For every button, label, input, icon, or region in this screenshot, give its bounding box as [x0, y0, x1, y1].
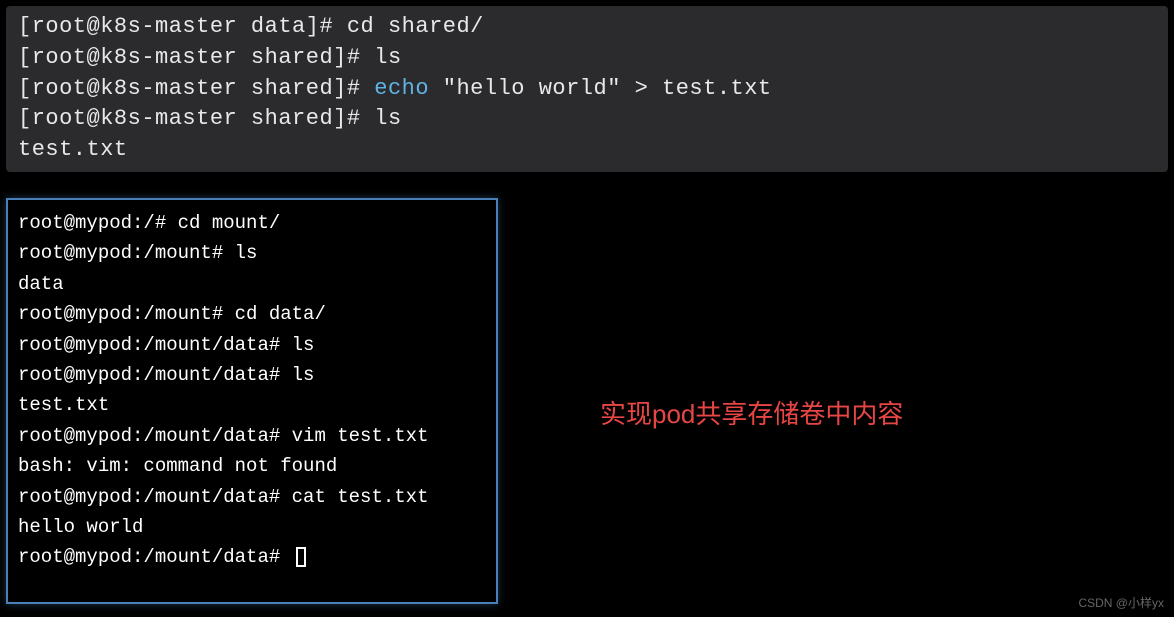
- pod-terminal: root@mypod:/# cd mount/ root@mypod:/moun…: [6, 198, 498, 604]
- terminal-line: root@mypod:/mount/data# ls: [18, 360, 486, 390]
- terminal-output: bash: vim: command not found: [18, 451, 486, 481]
- terminal-output: hello world: [18, 512, 486, 542]
- terminal-line: root@mypod:/mount# ls: [18, 238, 486, 268]
- terminal-line: root@mypod:/mount/data#: [18, 542, 486, 572]
- terminal-line: root@mypod:/mount# cd data/: [18, 299, 486, 329]
- watermark-label: CSDN @小样yx: [1078, 594, 1164, 611]
- terminal-line: root@mypod:/mount/data# cat test.txt: [18, 482, 486, 512]
- terminal-line: root@mypod:/mount/data# ls: [18, 330, 486, 360]
- terminal-line: root@mypod:/# cd mount/: [18, 208, 486, 238]
- cursor-icon: [296, 547, 306, 567]
- terminal-line: [root@k8s-master shared]# echo "hello wo…: [18, 74, 1156, 105]
- terminal-line: [root@k8s-master data]# cd shared/: [18, 12, 1156, 43]
- master-terminal: [root@k8s-master data]# cd shared/ [root…: [6, 6, 1168, 172]
- terminal-output: data: [18, 269, 486, 299]
- annotation-label: 实现pod共享存储卷中内容: [600, 394, 903, 431]
- terminal-output: test.txt: [18, 390, 486, 420]
- terminal-output: test.txt: [18, 135, 1156, 166]
- terminal-line: [root@k8s-master shared]# ls: [18, 104, 1156, 135]
- terminal-line: root@mypod:/mount/data# vim test.txt: [18, 421, 486, 451]
- terminal-line: [root@k8s-master shared]# ls: [18, 43, 1156, 74]
